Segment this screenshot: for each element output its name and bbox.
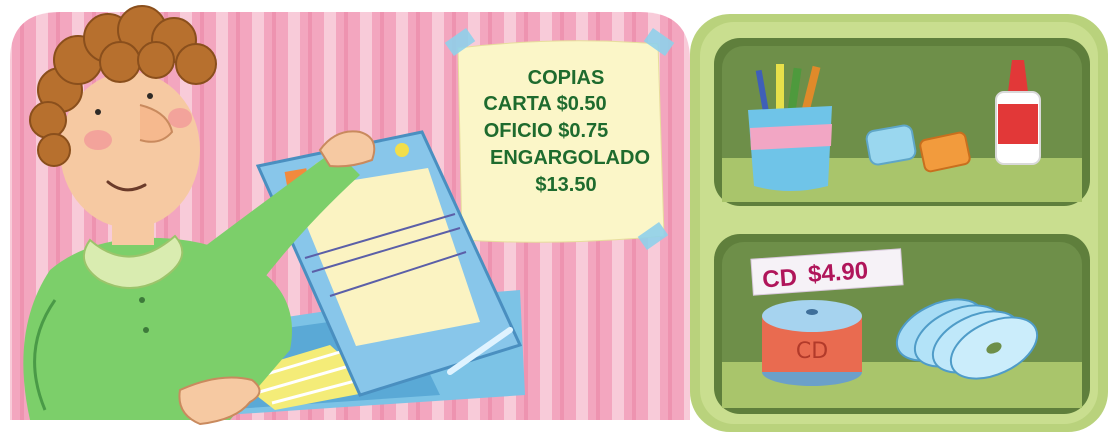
price-note-line: $13.50 [535,174,596,196]
price-note: COPIAS CARTA $0.50 OFICIO $0.75 ENGARGOL… [444,27,675,251]
cd-spindle: CD [762,300,862,386]
shelf-unit [690,14,1108,432]
eraser-blue [865,124,917,166]
price-note-line: COPIAS [528,67,605,89]
cd-tag-price: $4.90 [807,257,869,288]
cd-spindle-label: CD [796,339,828,364]
cd-tag-item: CD [761,264,797,293]
price-note-line: ENGARGOLADO [490,147,650,169]
scene: COPIAS CARTA $0.50 OFICIO $0.75 ENGARGOL… [10,5,1108,432]
price-note-line: CARTA $0.50 [483,93,606,115]
price-note-line: OFICIO $0.75 [484,120,609,142]
